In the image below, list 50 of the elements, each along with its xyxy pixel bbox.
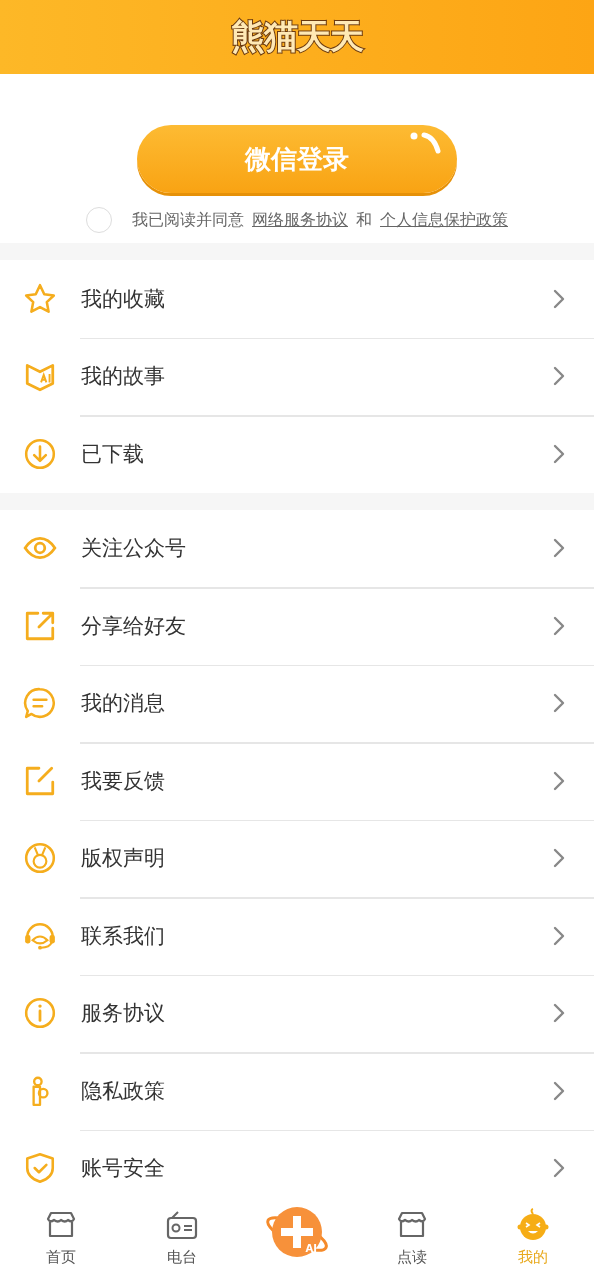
download-icon (23, 436, 57, 471)
privacy-policy-link[interactable]: 个人信息保护政策 (380, 209, 508, 231)
chevron-icon (552, 1079, 566, 1102)
chevron-icon (552, 1157, 566, 1180)
menu-item[interactable]: 我的消息 (0, 664, 594, 742)
chevron-icon (552, 692, 566, 715)
agreement-text: 和 (356, 209, 372, 231)
menu-item[interactable]: 服务协议 (0, 974, 594, 1052)
menu-label: 我的故事 (81, 363, 166, 391)
chevron-icon (552, 537, 566, 560)
chevron-icon (552, 1002, 566, 1025)
menu-item[interactable]: 我要反馈 (0, 742, 594, 820)
menu-item[interactable]: 分享给好友 (0, 587, 594, 665)
chevron-icon (552, 847, 566, 870)
chevron-icon (552, 614, 566, 637)
medal-icon (23, 841, 57, 876)
menu-item[interactable]: 联系我们 (0, 897, 594, 975)
menu-item[interactable]: 我的故事 (0, 337, 594, 415)
service-agreement-link[interactable]: 网络服务协议 (252, 209, 348, 231)
tab[interactable]: 首页 (0, 1194, 122, 1280)
chevron-icon (552, 924, 566, 947)
menu-label: 我的消息 (81, 690, 166, 718)
menu-label: 关注公众号 (81, 535, 187, 563)
menu-label: 已下载 (81, 440, 145, 468)
chevron-icon (552, 287, 566, 310)
menu-item[interactable]: 关注公众号 (0, 509, 594, 587)
menu-item[interactable]: 隐私政策 (0, 1052, 594, 1130)
chevron-icon (552, 769, 566, 792)
agreement-text: 我已阅读并同意 (132, 209, 244, 231)
menu-item[interactable]: 我的收藏 (0, 260, 594, 338)
menu-label: 服务协议 (81, 1000, 166, 1028)
info-icon (23, 996, 57, 1031)
app-logo: 熊猫天天 (231, 15, 363, 58)
menu-label: 我的收藏 (81, 285, 166, 313)
menu-item[interactable]: 账号安全 (0, 1129, 594, 1194)
chevron-icon (552, 442, 566, 465)
tab[interactable]: 电台 (121, 1194, 243, 1280)
menu-item[interactable]: 已下载 (0, 415, 594, 493)
chevron-icon (552, 365, 566, 388)
star-icon (23, 281, 57, 316)
menu-label: 联系我们 (81, 922, 166, 950)
message-icon (23, 686, 57, 721)
tab[interactable]: 点读 (351, 1194, 473, 1280)
menu-label: 账号安全 (81, 1155, 166, 1183)
menu-label: 隐私政策 (81, 1077, 166, 1105)
menu-label: 我要反馈 (81, 767, 166, 795)
menu-label: 分享给好友 (81, 612, 187, 640)
menu-label: 版权声明 (81, 845, 166, 873)
shield-icon (23, 1151, 57, 1186)
menu-item[interactable]: 版权声明 (0, 819, 594, 897)
